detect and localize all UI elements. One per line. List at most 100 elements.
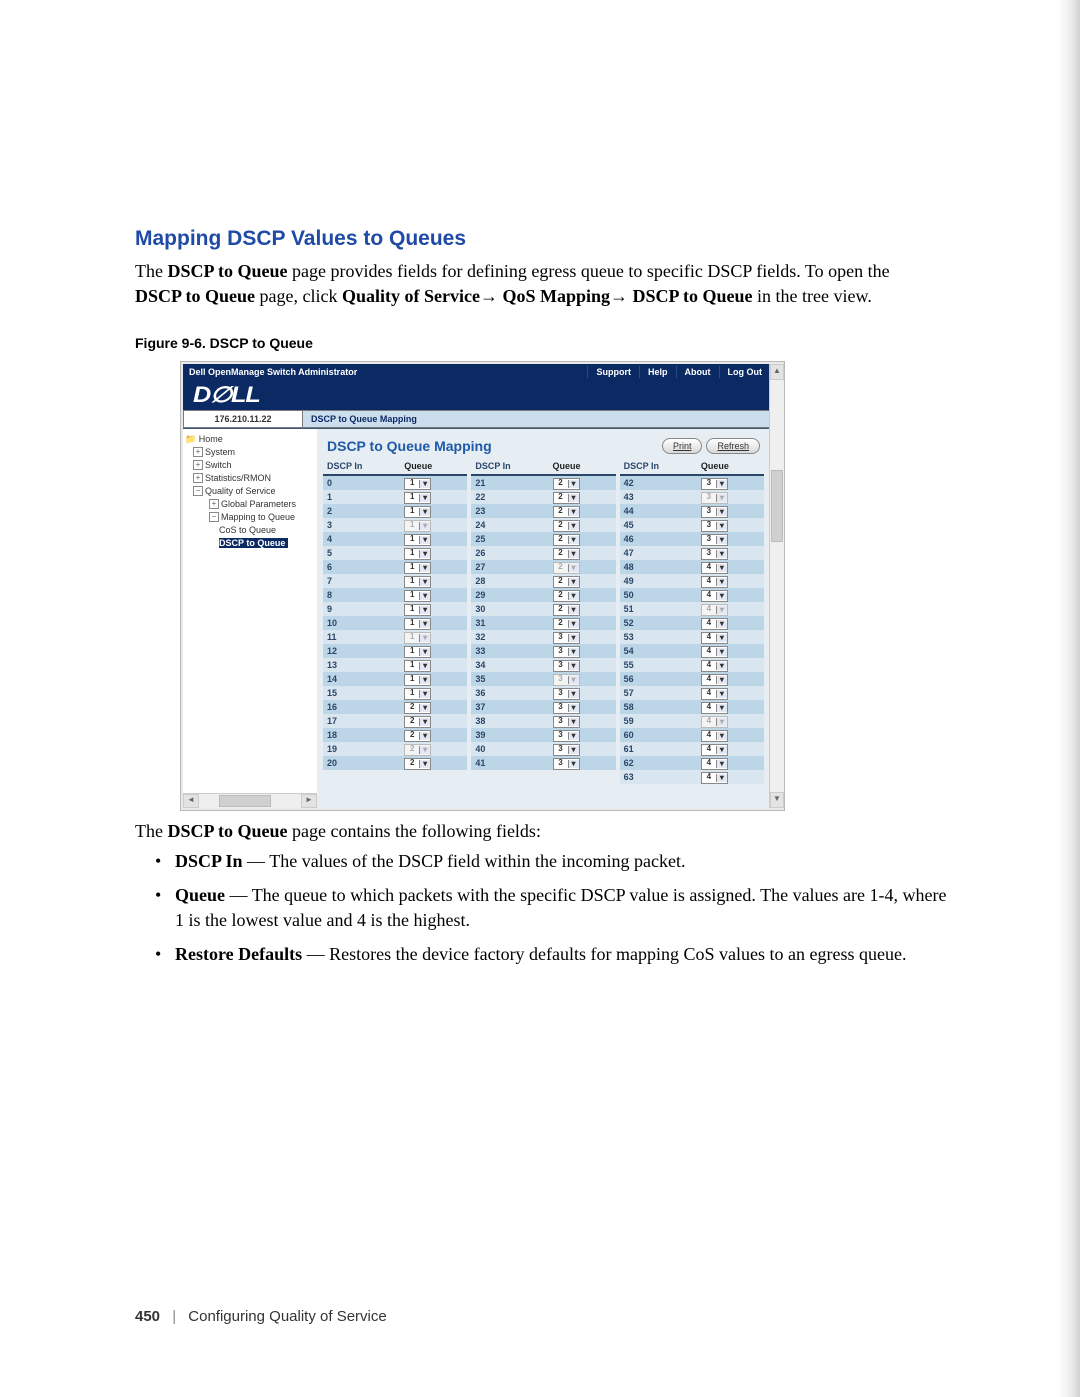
chevron-down-icon[interactable]: ▾ xyxy=(716,760,727,768)
tree-global[interactable]: +Global Parameters xyxy=(185,498,315,511)
queue-select[interactable]: 1▾ xyxy=(404,478,431,490)
chevron-down-icon[interactable]: ▾ xyxy=(716,480,727,488)
tree-h-scrollbar[interactable]: ◄ ► xyxy=(183,793,317,808)
queue-select[interactable]: 2▾ xyxy=(553,604,580,616)
chevron-down-icon[interactable]: ▾ xyxy=(419,536,430,544)
queue-select[interactable]: 4▾ xyxy=(701,772,728,784)
queue-select[interactable]: 2▾ xyxy=(553,492,580,504)
chevron-down-icon[interactable]: ▾ xyxy=(419,480,430,488)
queue-select[interactable]: 2▾ xyxy=(553,590,580,602)
queue-select[interactable]: 1▾ xyxy=(404,590,431,602)
chevron-down-icon[interactable]: ▾ xyxy=(419,620,430,628)
chevron-down-icon[interactable]: ▾ xyxy=(716,620,727,628)
queue-select[interactable]: 2▾ xyxy=(404,730,431,742)
chevron-down-icon[interactable]: ▾ xyxy=(568,760,579,768)
expand-icon[interactable]: + xyxy=(193,447,203,457)
queue-select[interactable]: 1▾ xyxy=(404,604,431,616)
chevron-down-icon[interactable]: ▾ xyxy=(716,634,727,642)
chevron-down-icon[interactable]: ▾ xyxy=(419,662,430,670)
scroll-thumb[interactable] xyxy=(219,795,271,807)
chevron-down-icon[interactable]: ▾ xyxy=(568,634,579,642)
scroll-left-icon[interactable]: ◄ xyxy=(183,794,199,808)
queue-select[interactable]: 1▾ xyxy=(404,674,431,686)
queue-select[interactable]: 3▾ xyxy=(701,478,728,490)
tree-cos[interactable]: CoS to Queue xyxy=(185,524,315,537)
chevron-down-icon[interactable]: ▾ xyxy=(716,676,727,684)
queue-select[interactable]: 3▾ xyxy=(553,758,580,770)
chevron-down-icon[interactable]: ▾ xyxy=(568,536,579,544)
queue-select[interactable]: 4▾ xyxy=(701,674,728,686)
chevron-down-icon[interactable]: ▾ xyxy=(419,550,430,558)
queue-select[interactable]: 3▾ xyxy=(553,632,580,644)
chevron-down-icon[interactable]: ▾ xyxy=(716,536,727,544)
queue-select[interactable]: 4▾ xyxy=(701,702,728,714)
link-help[interactable]: Help xyxy=(639,366,676,378)
link-about[interactable]: About xyxy=(676,366,719,378)
chevron-down-icon[interactable]: ▾ xyxy=(419,508,430,516)
queue-select[interactable]: 4▾ xyxy=(701,632,728,644)
chevron-down-icon[interactable]: ▾ xyxy=(716,564,727,572)
chevron-down-icon[interactable]: ▾ xyxy=(716,690,727,698)
chevron-down-icon[interactable]: ▾ xyxy=(419,592,430,600)
chevron-down-icon[interactable]: ▾ xyxy=(568,746,579,754)
queue-select[interactable]: 4▾ xyxy=(701,730,728,742)
nav-tree[interactable]: 📁 Home +System +Switch +Statistics/RMON … xyxy=(183,429,317,808)
chevron-down-icon[interactable]: ▾ xyxy=(419,578,430,586)
tree-dscp-selected[interactable]: DSCP to Queue xyxy=(185,537,315,550)
chevron-down-icon[interactable]: ▾ xyxy=(568,606,579,614)
queue-select[interactable]: 2▾ xyxy=(553,618,580,630)
queue-select[interactable]: 2▾ xyxy=(553,534,580,546)
queue-select[interactable]: 1▾ xyxy=(404,660,431,672)
tree-home[interactable]: 📁 Home xyxy=(185,433,315,446)
tree-system[interactable]: +System xyxy=(185,446,315,459)
queue-select[interactable]: 2▾ xyxy=(553,576,580,588)
queue-select[interactable]: 4▾ xyxy=(701,590,728,602)
chevron-down-icon[interactable]: ▾ xyxy=(568,592,579,600)
queue-select[interactable]: 2▾ xyxy=(404,716,431,728)
queue-select[interactable]: 3▾ xyxy=(553,660,580,672)
refresh-button[interactable]: Refresh xyxy=(706,438,760,454)
chevron-down-icon[interactable]: ▾ xyxy=(716,732,727,740)
queue-select[interactable]: 4▾ xyxy=(701,688,728,700)
queue-select[interactable]: 1▾ xyxy=(404,646,431,658)
chevron-down-icon[interactable]: ▾ xyxy=(568,732,579,740)
collapse-icon[interactable]: − xyxy=(209,512,219,522)
chevron-down-icon[interactable]: ▾ xyxy=(716,508,727,516)
queue-select[interactable]: 4▾ xyxy=(701,618,728,630)
expand-icon[interactable]: + xyxy=(209,499,219,509)
queue-select[interactable]: 1▾ xyxy=(404,562,431,574)
collapse-icon[interactable]: − xyxy=(193,486,203,496)
chevron-down-icon[interactable]: ▾ xyxy=(716,774,727,782)
chevron-down-icon[interactable]: ▾ xyxy=(419,760,430,768)
queue-select[interactable]: 1▾ xyxy=(404,576,431,588)
chevron-down-icon[interactable]: ▾ xyxy=(419,648,430,656)
tree-mapping[interactable]: −Mapping to Queue xyxy=(185,511,315,524)
chevron-down-icon[interactable]: ▾ xyxy=(419,718,430,726)
queue-select[interactable]: 3▾ xyxy=(701,534,728,546)
chevron-down-icon[interactable]: ▾ xyxy=(716,522,727,530)
print-button[interactable]: Print xyxy=(662,438,703,454)
link-support[interactable]: Support xyxy=(587,366,639,378)
link-logout[interactable]: Log Out xyxy=(719,366,771,378)
chevron-down-icon[interactable]: ▾ xyxy=(716,592,727,600)
chevron-down-icon[interactable]: ▾ xyxy=(568,690,579,698)
tree-stats[interactable]: +Statistics/RMON xyxy=(185,472,315,485)
tree-switch[interactable]: +Switch xyxy=(185,459,315,472)
scroll-track[interactable] xyxy=(771,380,783,792)
queue-select[interactable]: 1▾ xyxy=(404,492,431,504)
chevron-down-icon[interactable]: ▾ xyxy=(419,606,430,614)
queue-select[interactable]: 1▾ xyxy=(404,688,431,700)
queue-select[interactable]: 3▾ xyxy=(553,646,580,658)
chevron-down-icon[interactable]: ▾ xyxy=(716,746,727,754)
chevron-down-icon[interactable]: ▾ xyxy=(568,648,579,656)
queue-select[interactable]: 2▾ xyxy=(553,506,580,518)
queue-select[interactable]: 2▾ xyxy=(553,548,580,560)
chevron-down-icon[interactable]: ▾ xyxy=(568,550,579,558)
queue-select[interactable]: 3▾ xyxy=(553,702,580,714)
queue-select[interactable]: 3▾ xyxy=(553,688,580,700)
chevron-down-icon[interactable]: ▾ xyxy=(568,718,579,726)
queue-select[interactable]: 4▾ xyxy=(701,646,728,658)
chevron-down-icon[interactable]: ▾ xyxy=(568,522,579,530)
chevron-down-icon[interactable]: ▾ xyxy=(716,550,727,558)
scroll-up-icon[interactable]: ▲ xyxy=(770,364,784,380)
